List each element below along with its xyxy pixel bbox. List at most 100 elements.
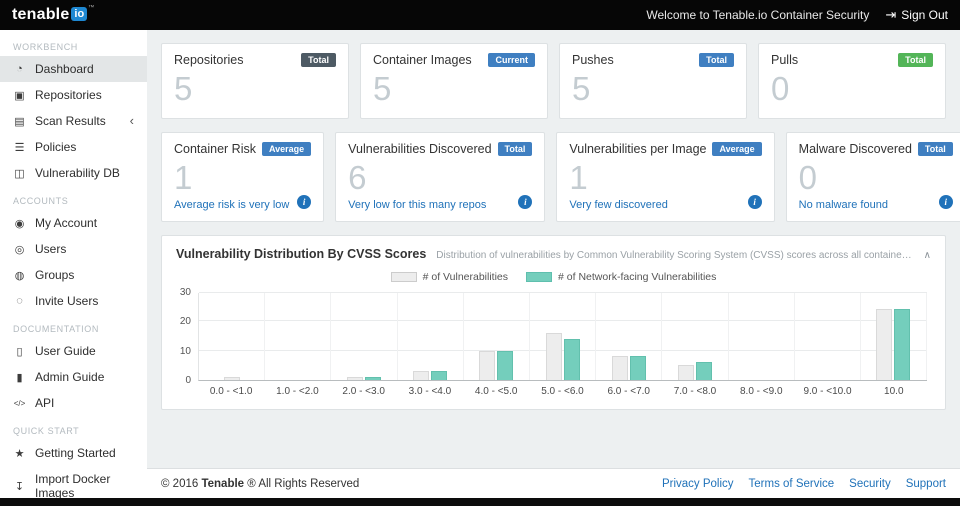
total-badge: Total bbox=[301, 53, 336, 67]
footer: © 2016 Tenable ® All Rights Reserved Pri… bbox=[147, 468, 960, 498]
sidebar-item-label: User Guide bbox=[35, 344, 96, 358]
x-axis-label: 4.0 - <5.0 bbox=[474, 385, 518, 397]
sidebar-item-repositories[interactable]: ▣ Repositories bbox=[0, 82, 147, 108]
chart-title: Vulnerability Distribution By CVSS Score… bbox=[176, 246, 427, 261]
bar-group bbox=[662, 292, 729, 380]
sidebar-item-scan-results[interactable]: ▤ Scan Results ‹ bbox=[0, 108, 147, 134]
card-title: Pulls bbox=[771, 53, 799, 67]
sidebar-item-label: Users bbox=[35, 242, 67, 256]
network-facing-vulnerabilities-bar bbox=[629, 356, 646, 380]
x-axis-label: 5.0 - <6.0 bbox=[541, 385, 584, 397]
stat-card-container-risk: Container Risk Average 1 Average risk is… bbox=[161, 131, 325, 222]
repositories-icon: ▣ bbox=[14, 89, 25, 102]
sidebar-item-admin-guide[interactable]: ▮ Admin Guide bbox=[0, 364, 147, 390]
sidebar-item-my-account[interactable]: ◉ My Account bbox=[0, 210, 147, 236]
sidebar-item-api[interactable]: </> API bbox=[0, 390, 147, 416]
info-icon[interactable]: i bbox=[518, 194, 533, 209]
sidebar-item-label: Policies bbox=[35, 140, 77, 154]
stat-card-vulnerabilities-discovered: Vulnerabilities Discovered Total 6 Very … bbox=[335, 131, 546, 222]
trademark-symbol: ™ bbox=[88, 5, 95, 11]
user-guide-icon: ▯ bbox=[16, 345, 23, 358]
vulnerabilities-bar bbox=[413, 371, 430, 380]
link-support[interactable]: Support bbox=[906, 478, 946, 490]
sidebar-item-import-docker-images[interactable]: ↧ Import Docker Images bbox=[0, 466, 147, 498]
link-security[interactable]: Security bbox=[849, 478, 891, 490]
info-icon[interactable]: i bbox=[297, 194, 312, 209]
logo-io-badge: io bbox=[71, 7, 88, 21]
sidebar-item-label: Import Docker Images bbox=[35, 472, 111, 498]
sidebar-item-getting-started[interactable]: ★ Getting Started bbox=[0, 440, 147, 466]
bar-group bbox=[398, 292, 464, 380]
sidebar-item-policies[interactable]: ☰ Policies bbox=[0, 134, 147, 160]
copyright-text: © 2016 Tenable ® All Rights Reserved bbox=[161, 477, 360, 490]
app-window: tenable io ™ Welcome to Tenable.io Conta… bbox=[0, 0, 960, 506]
sidebar-section-quick-start: QUICK START bbox=[13, 426, 80, 436]
link-privacy-policy[interactable]: Privacy Policy bbox=[662, 478, 734, 490]
chevron-left-icon: ‹ bbox=[129, 113, 134, 128]
x-axis-label: 9.0 - <10.0 bbox=[803, 385, 852, 397]
sidebar-item-label: Repositories bbox=[35, 88, 102, 102]
metric-subtitle: Average risk is very low bbox=[174, 198, 290, 211]
sidebar-item-label: My Account bbox=[35, 216, 98, 230]
import-docker-images-icon: ↧ bbox=[14, 480, 25, 493]
info-icon[interactable]: i bbox=[938, 194, 953, 209]
metric-value: 6 bbox=[348, 158, 367, 196]
x-axis-label: 2.0 - <3.0 bbox=[342, 385, 385, 397]
cvss-distribution-chart-card: Vulnerability Distribution By CVSS Score… bbox=[161, 234, 946, 410]
collapse-chevron-icon[interactable]: ∧ bbox=[924, 250, 931, 261]
card-title: Pushes bbox=[572, 53, 614, 67]
metric-value: 5 bbox=[373, 70, 392, 107]
legend-item-vulnerabilities[interactable]: # of Vulnerabilities bbox=[390, 271, 508, 283]
y-axis-tick-label: 20 bbox=[179, 316, 191, 328]
sidebar-item-vulnerability-db[interactable]: ◫ Vulnerability DB bbox=[0, 160, 147, 186]
metric-subtitle: No malware found bbox=[798, 198, 888, 211]
total-badge: Total bbox=[497, 141, 533, 156]
network-facing-vulnerabilities-bar bbox=[497, 350, 514, 380]
sidebar-item-groups[interactable]: ◍ Groups bbox=[0, 262, 147, 288]
logo-brand-text: tenable bbox=[12, 6, 70, 23]
current-badge: Current bbox=[488, 53, 535, 67]
sidebar-item-invite-users[interactable]: ◌ Invite Users bbox=[0, 288, 147, 314]
chart-plot bbox=[198, 291, 928, 381]
scan-results-icon: ▤ bbox=[14, 115, 25, 128]
card-title: Vulnerabilities Discovered bbox=[348, 141, 492, 156]
welcome-text: Welcome to Tenable.io Container Security bbox=[646, 8, 870, 22]
x-axis-label: 7.0 - <8.0 bbox=[673, 385, 717, 397]
total-badge: Total bbox=[898, 53, 933, 67]
tenable-io-logo[interactable]: tenable io ™ bbox=[12, 5, 94, 25]
average-badge: Average bbox=[261, 141, 312, 156]
getting-started-icon: ★ bbox=[14, 447, 25, 460]
users-icon: ◎ bbox=[14, 243, 25, 256]
sidebar-section-accounts: ACCOUNTS bbox=[13, 196, 69, 206]
network-facing-vulnerabilities-bar bbox=[431, 371, 448, 380]
bar-group bbox=[729, 292, 795, 380]
sidebar-item-label: Scan Results bbox=[35, 114, 106, 128]
metric-value: 1 bbox=[569, 158, 588, 196]
link-terms-of-service[interactable]: Terms of Service bbox=[749, 478, 835, 490]
info-icon[interactable]: i bbox=[747, 194, 762, 209]
stats-row-1: Repositories Total 5 Container Images Cu… bbox=[161, 43, 946, 119]
bar-group bbox=[265, 292, 332, 380]
network-facing-vulnerabilities-bar bbox=[563, 338, 580, 380]
sidebar-item-user-guide[interactable]: ▯ User Guide bbox=[0, 338, 147, 364]
sidebar-item-label: Getting Started bbox=[35, 446, 116, 460]
bar-group bbox=[596, 292, 663, 380]
sidebar-item-users[interactable]: ◎ Users bbox=[0, 236, 147, 262]
card-title: Container Images bbox=[373, 53, 472, 67]
sign-out-icon: ⇥ bbox=[885, 7, 897, 22]
metric-value: 1 bbox=[174, 158, 193, 196]
sign-out-button[interactable]: ⇥ Sign Out bbox=[885, 7, 948, 23]
chart-x-axis-labels: 0.0 - <1.0 1.0 - <2.0 2.0 - <3.0 3.0 - <4.0… bbox=[198, 386, 927, 397]
network-facing-vulnerabilities-bar bbox=[364, 376, 381, 380]
metric-value: 0 bbox=[798, 158, 818, 196]
sidebar-item-dashboard[interactable]: ◔ Dashboard bbox=[0, 56, 147, 82]
sidebar-item-label: Dashboard bbox=[35, 62, 94, 76]
total-badge: Total bbox=[917, 141, 953, 156]
card-title: Repositories bbox=[174, 53, 244, 67]
legend-item-network-facing-vulnerabilities[interactable]: # of Network-facing Vulnerabilities bbox=[526, 271, 716, 283]
metric-subtitle: Very low for this many repos bbox=[348, 198, 487, 211]
stat-card-malware-discovered: Malware Discovered Total 0 No malware fo… bbox=[785, 131, 960, 222]
card-title: Container Risk bbox=[174, 141, 256, 156]
x-axis-label: 1.0 - <2.0 bbox=[276, 385, 319, 397]
card-title: Vulnerabilities per Image bbox=[569, 141, 707, 156]
